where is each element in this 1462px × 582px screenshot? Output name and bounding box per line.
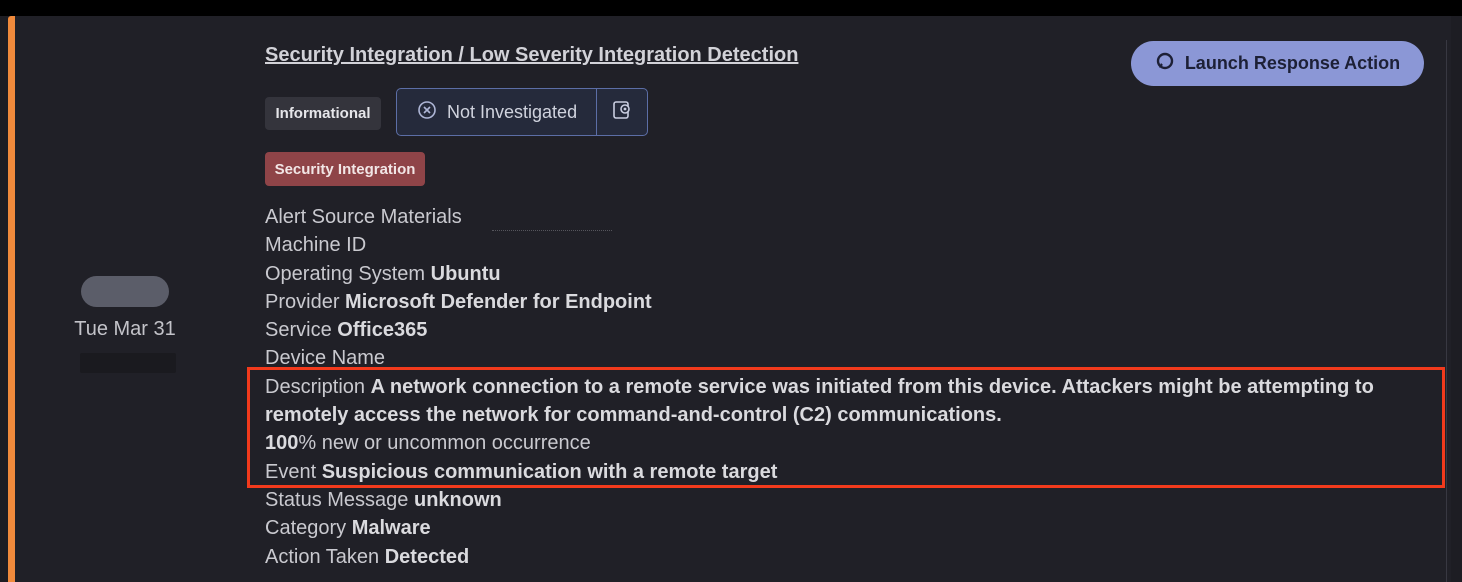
detail-value: Suspicious communication with a remote t… <box>321 460 778 483</box>
detail-alert-source: Alert Source Materials <box>265 203 1435 232</box>
detail-value: Office365 <box>337 319 428 342</box>
detail-machine-id: Machine ID <box>265 231 1435 259</box>
redacted-field <box>80 353 176 373</box>
detail-label: Alert Source Materials <box>265 206 462 228</box>
detail-label: Description <box>265 375 366 398</box>
detail-description: Description A network connection to a re… <box>265 373 1435 430</box>
circle-x-icon <box>417 100 437 125</box>
detail-value: Microsoft Defender for Endpoint <box>345 290 652 313</box>
detail-occurrence: 100% new or uncommon occurrence <box>265 429 1435 457</box>
detail-value: 100 <box>265 432 299 455</box>
detail-provider: Provider Microsoft Defender for Endpoint <box>265 288 1435 316</box>
detail-label: Category <box>265 517 347 540</box>
settings-gear-icon <box>611 99 633 126</box>
detail-label: Device Name <box>265 347 386 370</box>
detail-label: Machine ID <box>265 234 367 257</box>
detail-value: A network connection to a remote service… <box>265 375 1374 427</box>
top-bar <box>0 0 1462 16</box>
redacted-value <box>491 226 612 232</box>
detail-value: Detected <box>384 545 470 568</box>
status-settings-button[interactable] <box>597 89 647 135</box>
detail-value: unknown <box>413 488 502 511</box>
detail-label: Operating System <box>265 262 426 285</box>
launch-response-action-label: Launch Response Action <box>1184 53 1401 73</box>
avatar <box>81 276 169 307</box>
chat-bubble-icon <box>1155 51 1175 76</box>
detail-event: Event Suspicious communication with a re… <box>265 458 1435 486</box>
category-tag: Security Integration <box>265 152 425 186</box>
detail-device-name: Device Name <box>265 344 1435 372</box>
detail-value: Ubuntu <box>430 262 501 285</box>
investigation-status-label: Not Investigated <box>447 101 578 122</box>
alert-title-link[interactable]: Security Integration / Low Severity Inte… <box>265 44 798 67</box>
alert-details: Alert Source Materials Machine ID Operat… <box>265 203 1435 571</box>
detail-category: Category Malware <box>265 514 1435 542</box>
detail-operating-system: Operating System Ubuntu <box>265 260 1435 288</box>
severity-badge: Informational <box>265 97 381 130</box>
detail-status-message: Status Message unknown <box>265 486 1435 514</box>
card-divider <box>1446 40 1447 582</box>
detail-value: Malware <box>351 517 431 540</box>
severity-accent-bar <box>8 16 15 582</box>
alert-date: Tue Mar 31 <box>74 318 176 340</box>
detail-label: Provider <box>265 290 340 313</box>
detail-label: Event <box>265 460 317 483</box>
detail-label: Service <box>265 319 332 342</box>
investigation-status-button[interactable]: Not Investigated <box>397 89 597 135</box>
detail-label: Status Message <box>265 488 409 511</box>
detail-label: Action Taken <box>265 545 380 568</box>
detail-label: % new or uncommon occurrence <box>298 432 591 455</box>
detail-service: Service Office365 <box>265 316 1435 344</box>
detail-action-taken: Action Taken Detected <box>265 543 1435 571</box>
investigation-status-control: Not Investigated <box>396 88 648 136</box>
launch-response-action-button[interactable]: Launch Response Action <box>1131 41 1424 86</box>
